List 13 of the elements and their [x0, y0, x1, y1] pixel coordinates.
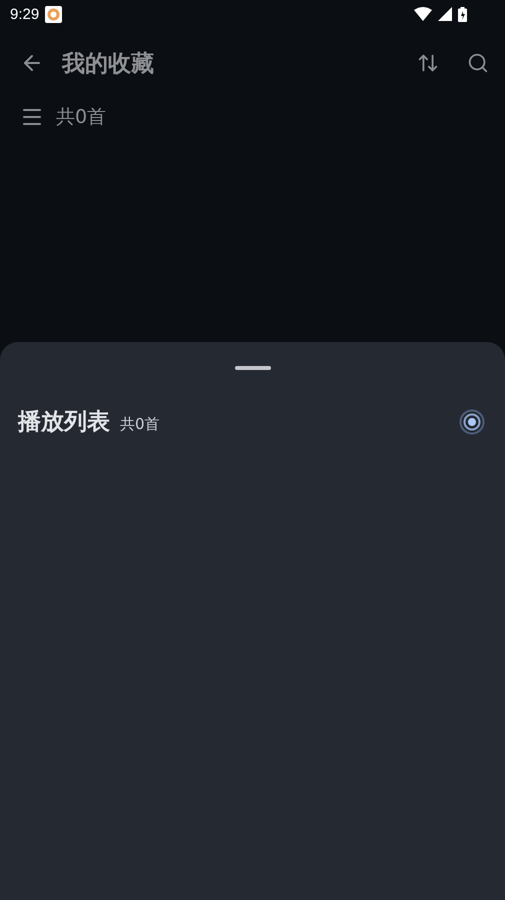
page-title: 我的收藏: [62, 50, 154, 78]
sort-icon: [417, 52, 439, 74]
app-notification-icon: [45, 6, 62, 22]
battery-icon: [458, 6, 467, 22]
locate-icon[interactable]: [459, 408, 485, 434]
playlist-count: 共0首: [120, 415, 160, 434]
search-icon: [467, 52, 489, 74]
song-count: 共0首: [56, 105, 106, 130]
playlist-title: 播放列表: [18, 408, 110, 437]
status-time: 9:29: [10, 6, 40, 22]
wifi-icon: [414, 7, 432, 21]
signal-icon: [438, 7, 452, 21]
drag-handle[interactable]: [234, 366, 270, 370]
